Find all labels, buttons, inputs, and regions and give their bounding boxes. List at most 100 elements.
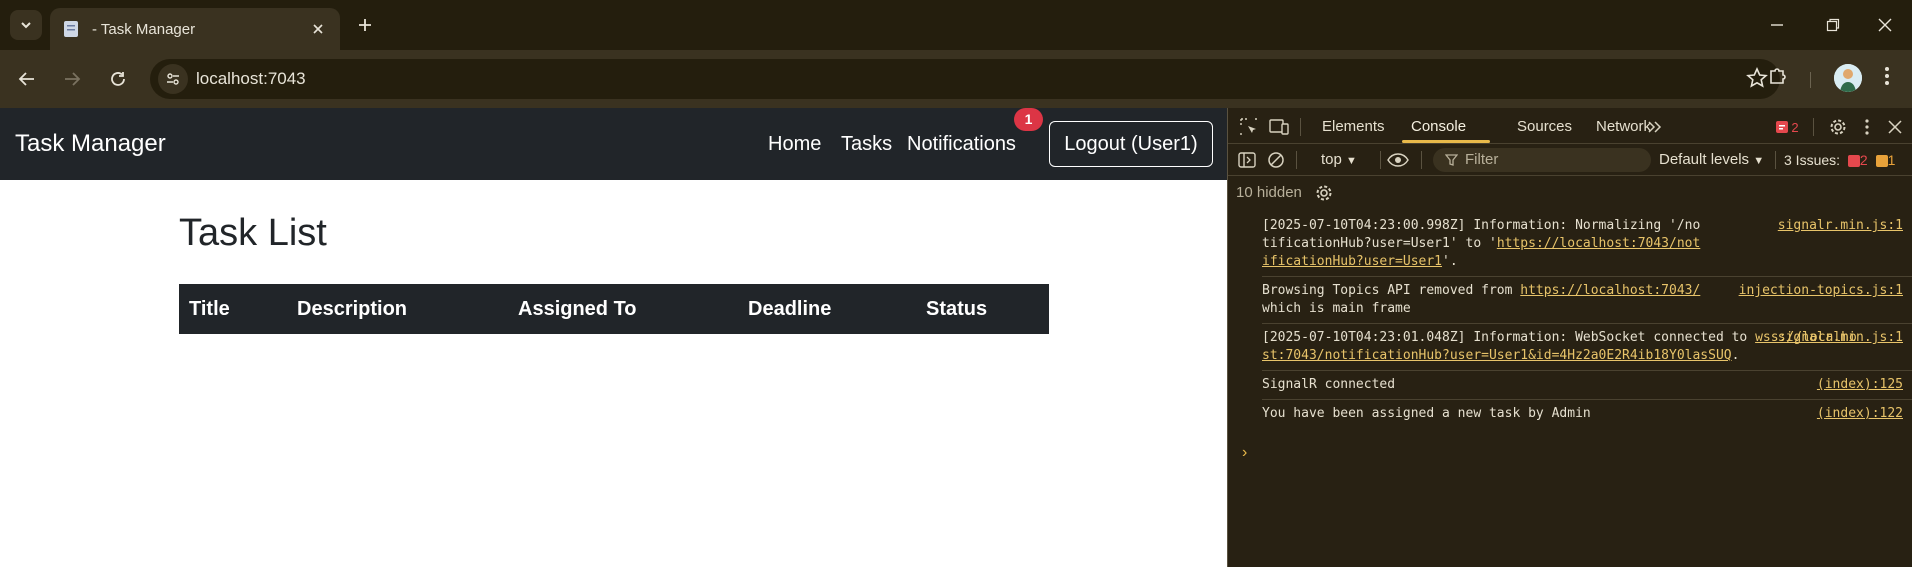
- message-suffix: '.: [1442, 254, 1458, 269]
- devtools-panel: Elements Console Sources Network 2 top ▼…: [1227, 108, 1912, 567]
- dropdown-arrow-icon: ▼: [1753, 155, 1765, 167]
- browser-tab-bar: - Task Manager: [0, 0, 1912, 50]
- browser-menu-button[interactable]: [1884, 64, 1890, 88]
- console-settings-button[interactable]: [1313, 182, 1335, 204]
- devtools-separator: [1421, 151, 1422, 169]
- close-icon: [1888, 120, 1902, 134]
- chevron-down-icon: [21, 22, 31, 29]
- message-source-link[interactable]: injection-topics.js:1: [1739, 282, 1903, 300]
- message-source-link[interactable]: (index):122: [1817, 405, 1903, 423]
- devtools-close-button[interactable]: [1884, 116, 1906, 138]
- notification-badge: 1: [1014, 108, 1043, 131]
- hidden-messages-count: 10 hidden: [1236, 184, 1302, 201]
- reload-button[interactable]: [103, 64, 133, 94]
- message-source-link[interactable]: (index):125: [1817, 376, 1903, 394]
- window-close-button[interactable]: [1870, 10, 1900, 40]
- devtools-tab-elements[interactable]: Elements: [1322, 118, 1385, 135]
- gear-icon: [1830, 119, 1846, 135]
- browser-tab[interactable]: - Task Manager: [50, 8, 340, 50]
- device-toolbar-button[interactable]: [1268, 116, 1290, 138]
- log-levels-select[interactable]: Default levels ▼: [1659, 151, 1764, 168]
- console-toolbar: top ▼ Filter Default levels ▼ 3 Issues: …: [1228, 144, 1912, 176]
- star-icon: [1746, 67, 1768, 88]
- minimize-button[interactable]: [1762, 10, 1792, 40]
- warning-icon: [1875, 155, 1888, 168]
- error-icon: [1847, 155, 1860, 168]
- console-messages: [2025-07-10T04:23:00.998Z] Information: …: [1228, 212, 1912, 428]
- plus-icon: [359, 19, 371, 31]
- nav-notifications-link[interactable]: Notifications: [907, 133, 1016, 156]
- message-suffix: which is main frame: [1262, 301, 1411, 316]
- restore-icon: [1826, 18, 1840, 32]
- table-header-row: Title Description Assigned To Deadline S…: [179, 284, 1049, 334]
- message-text: [2025-07-10T04:23:01.048Z] Information: …: [1262, 330, 1756, 345]
- console-filter-input[interactable]: Filter: [1433, 148, 1651, 172]
- new-tab-button[interactable]: [352, 12, 378, 38]
- error-count-button[interactable]: 2: [1770, 116, 1804, 138]
- tab-close-button[interactable]: [308, 19, 328, 39]
- page-title: Task List: [179, 212, 327, 254]
- message-suffix: .: [1731, 348, 1740, 363]
- nav-tasks-link[interactable]: Tasks: [841, 133, 892, 156]
- tune-icon: [167, 73, 179, 85]
- bookmark-button[interactable]: [1746, 67, 1768, 89]
- column-header-title: Title: [189, 297, 230, 320]
- live-expression-button[interactable]: [1387, 149, 1409, 171]
- reload-icon: [111, 72, 125, 86]
- avatar-icon: [1834, 64, 1862, 92]
- profile-avatar[interactable]: [1834, 64, 1862, 92]
- extensions-button[interactable]: [1766, 64, 1790, 88]
- devtools-separator: [1300, 118, 1301, 136]
- more-vertical-icon: [1865, 119, 1869, 135]
- devtools-tab-console[interactable]: Console: [1411, 118, 1466, 135]
- devtools-tab-sources[interactable]: Sources: [1517, 118, 1572, 135]
- context-select[interactable]: top ▼: [1321, 151, 1357, 168]
- column-header-assigned-to: Assigned To: [518, 297, 637, 320]
- restore-button[interactable]: [1818, 10, 1848, 40]
- console-prompt[interactable]: ›: [1242, 444, 1247, 462]
- devtools-menu-button[interactable]: [1856, 116, 1878, 138]
- inspect-icon: [1240, 118, 1257, 135]
- error-count: 2: [1791, 119, 1799, 135]
- nav-home-link[interactable]: Home: [768, 133, 821, 156]
- inspect-element-button[interactable]: [1238, 116, 1260, 138]
- double-chevron-right-icon: [1648, 121, 1662, 133]
- browser-toolbar: localhost:7043: [0, 50, 1912, 108]
- devtools-tab-network[interactable]: Network: [1596, 118, 1651, 135]
- issues-button[interactable]: 3 Issues: 2 1: [1784, 152, 1895, 168]
- filter-icon: [1445, 154, 1458, 166]
- brand-link[interactable]: Task Manager: [15, 130, 166, 158]
- clear-console-button[interactable]: [1265, 149, 1287, 171]
- back-button[interactable]: [12, 64, 42, 94]
- console-message: [2025-07-10T04:23:01.048Z] Information: …: [1262, 324, 1912, 371]
- active-tab-indicator: [1402, 140, 1490, 143]
- devtools-settings-button[interactable]: [1827, 116, 1849, 138]
- message-source-link[interactable]: signalr.min.js:1: [1778, 329, 1903, 347]
- page-icon: [64, 21, 78, 37]
- message-source-link[interactable]: signalr.min.js:1: [1778, 217, 1903, 235]
- dropdown-arrow-icon: ▼: [1346, 155, 1357, 167]
- console-message: [2025-07-10T04:23:00.998Z] Information: …: [1262, 212, 1912, 277]
- address-bar[interactable]: localhost:7043: [150, 59, 1780, 99]
- message-link[interactable]: https://localhost:7043/: [1520, 283, 1700, 298]
- site-info-button[interactable]: [158, 64, 188, 94]
- forward-button[interactable]: [57, 64, 87, 94]
- logout-button[interactable]: Logout (User1): [1049, 121, 1213, 167]
- more-tabs-button[interactable]: [1644, 116, 1666, 138]
- issues-warning-count: 1: [1887, 152, 1896, 168]
- console-sidebar-button[interactable]: [1236, 149, 1258, 171]
- device-icon: [1269, 119, 1289, 135]
- tab-search-button[interactable]: [10, 10, 42, 40]
- issues-label: 3 Issues:: [1784, 152, 1841, 168]
- toolbar-divider: [1810, 72, 1811, 88]
- console-message: SignalR connected (index):125: [1262, 371, 1912, 400]
- devtools-separator: [1380, 151, 1381, 169]
- sidebar-icon: [1238, 152, 1256, 168]
- devtools-separator: [1296, 151, 1297, 169]
- arrow-left-icon: [18, 72, 34, 86]
- page-viewport: Task Manager Home Tasks Notifications 1 …: [0, 108, 1227, 567]
- close-icon: [1878, 18, 1892, 32]
- task-table: Title Description Assigned To Deadline S…: [179, 284, 1049, 334]
- console-message: You have been assigned a new task by Adm…: [1262, 400, 1912, 428]
- tab-title: - Task Manager: [92, 20, 196, 38]
